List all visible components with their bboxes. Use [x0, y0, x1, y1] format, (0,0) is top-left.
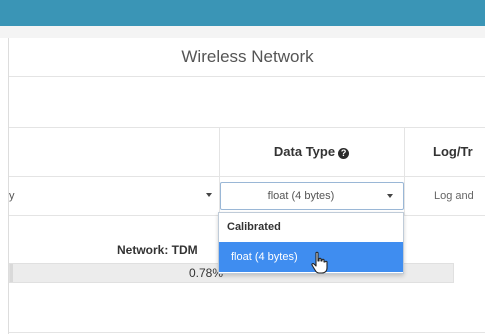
top-header-bar [0, 0, 485, 26]
dropdown-group-calibrated: Calibrated [227, 221, 281, 233]
column-divider [404, 177, 405, 215]
caret-down-icon[interactable] [206, 193, 212, 197]
column-divider [404, 128, 405, 176]
data-type-select[interactable]: float (4 bytes) [220, 182, 404, 210]
table-row: y float (4 bytes) Log and [9, 177, 485, 216]
hand-pointer-icon [311, 251, 328, 274]
log-select-value[interactable]: Log and [434, 177, 474, 215]
wireless-network-panel: Wireless Network Data Type? Log/Tr y flo… [8, 38, 485, 334]
header-data-type-label: Data Type [273, 144, 336, 159]
header-log-truncated: Log/Tr [433, 144, 473, 159]
network-tdm-label: Network: TDM [117, 243, 198, 257]
app-window: Wireless Network Data Type? Log/Tr y flo… [0, 0, 485, 334]
panel-title: Wireless Network [9, 38, 485, 77]
divider [9, 332, 485, 333]
table-header-row: Data Type? Log/Tr [9, 128, 485, 177]
header-data-type: Data Type? [219, 128, 404, 176]
caret-down-icon [387, 194, 393, 198]
header-gap [0, 26, 485, 38]
empty-row [9, 77, 485, 128]
data-type-select-value: float (4 bytes) [267, 190, 335, 202]
left-select-value[interactable]: y [9, 177, 15, 215]
question-circle-icon[interactable]: ? [338, 148, 350, 159]
